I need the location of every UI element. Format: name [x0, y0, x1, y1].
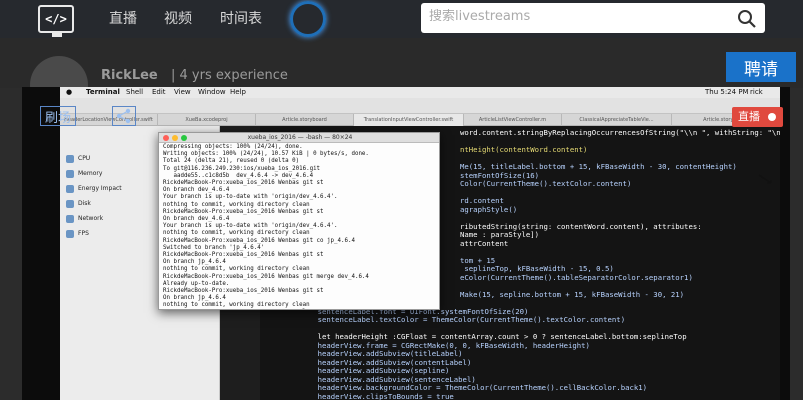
terminal-line: RickdeMacBook-Pro:xueba_ios_2016 Wenbas … [163, 237, 355, 244]
fps-icon [66, 230, 74, 238]
debug-item-network: Network [78, 215, 104, 222]
terminal-output: Compressing objects: 100% (24/24), done.… [163, 144, 439, 309]
search-box [421, 3, 765, 33]
terminal-line: Compressing objects: 100% (24/24), done. [163, 144, 303, 150]
code-line: word.content.stringByReplacingOccurrence… [460, 128, 780, 137]
terminal-line: aadde55..c1c8d5b dev_4.6.4 -> dev_4.6.4 [163, 172, 314, 179]
xcode-toolbar [60, 98, 780, 114]
code-line: attrContent [460, 238, 509, 248]
terminal-title-bar: xueba_ios_2016 — -bash — 80×24 [159, 133, 439, 143]
search-icon[interactable] [737, 9, 757, 29]
menu-shell: Shell [126, 88, 144, 96]
disk-icon [66, 200, 74, 208]
streamer-name[interactable]: RickLee [101, 68, 158, 83]
search-input[interactable] [429, 9, 729, 24]
menu-user: rick [750, 88, 763, 96]
page: RickLee | 4 yrs experience </> 直播 视频 时间表… [0, 0, 803, 400]
code-line: Make(15, sepline.bottom + 15, kFBaseWidt… [460, 289, 685, 299]
zoom-icon [181, 135, 187, 141]
menu-app-name: Terminal [86, 88, 120, 96]
terminal-line: nothing to commit, working directory cle… [163, 230, 310, 237]
nav-videos[interactable]: 视频 [164, 8, 192, 28]
menu-help: Help [230, 88, 246, 96]
debug-item-memory: Memory [78, 170, 103, 177]
close-icon [163, 135, 169, 141]
menu-view: View [174, 88, 191, 96]
nav-live[interactable]: 直播 [109, 8, 137, 28]
terminal-line: To git@116.236.249.230:ios/xueba_ios_201… [163, 165, 321, 172]
terminal-line: Total 24 (delta 21), reused 0 (delta 0) [163, 158, 300, 165]
screen-capture: ● Terminal Shell Edit View Window Help T… [60, 87, 780, 400]
xcode-tab: ClassicalAppreciateTableVie... [562, 114, 672, 126]
refresh-button[interactable]: 刷场 [40, 106, 76, 126]
terminal-line: On branch dev_4.6.4 [163, 216, 230, 223]
terminal-line: RickdeMacBook-Pro:xueba_ios_2016 Wenbas … [163, 208, 324, 215]
menu-window: Window [198, 88, 226, 96]
menu-edit: Edit [152, 88, 166, 96]
apple-icon: ● [66, 88, 73, 96]
terminal-line: On branch jp_4.6.4 [163, 295, 226, 302]
terminal-line: RickdeMacBook-Pro:xueba_ios_2016 Wenbas … [163, 180, 324, 187]
experience-text: | 4 yrs experience [171, 68, 288, 83]
logo-icon[interactable]: </> [38, 5, 74, 37]
code-line: sentenceLabel.textColor = ThemeColor(Cur… [300, 315, 626, 324]
network-icon [66, 215, 74, 223]
debug-item-cpu: CPU [78, 155, 91, 162]
terminal-line: Switched to branch 'jp_4.6.4' [163, 244, 265, 251]
menu-clock: Thu 5:24 PM [705, 88, 749, 96]
xcode-tab: ArticleListViewController.m [464, 114, 562, 126]
energy-icon [66, 185, 74, 193]
code-line: ntHeight(contentWord.content) [460, 145, 588, 154]
terminal-line: RickdeMacBook-Pro:xueba_ios_2016 Wenbas … [163, 288, 324, 295]
share-icon [116, 108, 131, 124]
live-indicator-ring-icon [290, 1, 326, 37]
debug-item-disk: Disk [78, 200, 91, 207]
debug-item-energy: Energy Impact [78, 185, 122, 192]
debug-item-fps: FPS [78, 230, 89, 237]
terminal-line: Your branch is up-to-date with 'origin/d… [163, 223, 338, 230]
terminal-title: xueba_ios_2016 — -bash — 80×24 [247, 134, 353, 141]
code-line: Color(CurrentTheme().textColor.content) [460, 179, 632, 188]
video-player[interactable]: ● Terminal Shell Edit View Window Help T… [22, 87, 790, 400]
cpu-icon [66, 155, 74, 163]
xcode-tab-active: TranslationInputViewController.swift [354, 114, 464, 126]
terminal-line: On branch dev_4.6.4 [163, 187, 230, 194]
memory-icon [66, 170, 74, 178]
terminal-window: xueba_ios_2016 — -bash — 80×24 Compressi… [158, 132, 440, 310]
live-badge: 直播 [732, 107, 783, 127]
terminal-line: nothing to commit, working directory cle… [163, 302, 310, 309]
terminal-line: Already up-to-date. [163, 280, 230, 287]
code-line: agraphStyle() [460, 204, 518, 214]
terminal-line: nothing to commit, working directory cle… [163, 201, 310, 208]
code-line: headerView.clipsToBounds = true [300, 391, 454, 400]
terminal-line: RickdeMacBook-Pro:xueba_ios_2016 Wenbas … [163, 273, 369, 280]
terminal-line: Your branch is up-to-date with 'origin/d… [163, 194, 338, 201]
mac-menu-bar: ● Terminal Shell Edit View Window Help T… [60, 87, 780, 98]
nav-schedule[interactable]: 时间表 [220, 8, 262, 28]
terminal-line: Writing objects: 100% (24/24), 10.57 KiB… [163, 151, 369, 158]
share-button[interactable] [112, 106, 136, 126]
xcode-tab-bar: HeaderLocationViewController.swift XueBa… [60, 114, 780, 126]
terminal-line: RickdeMacBook-Pro:xueba_ios_2016 Wenbas … [163, 252, 324, 259]
profile-bar: RickLee | 4 yrs experience [0, 38, 803, 114]
code-line: eColor(CurrentTheme().tableSeparatorColo… [460, 272, 693, 282]
minimize-icon [172, 135, 178, 141]
terminal-line: nothing to commit, working directory cle… [163, 266, 310, 273]
xcode-tab: XueBa.xcodeproj [158, 114, 256, 126]
expand-icon[interactable] [758, 174, 772, 184]
xcode-tab: Article.storyboard [256, 114, 354, 126]
hire-button[interactable]: 聘请 [726, 52, 796, 82]
terminal-line: On branch jp_4.6.4 [163, 259, 226, 266]
top-nav-bar: </> 直播 视频 时间表 [0, 0, 803, 38]
